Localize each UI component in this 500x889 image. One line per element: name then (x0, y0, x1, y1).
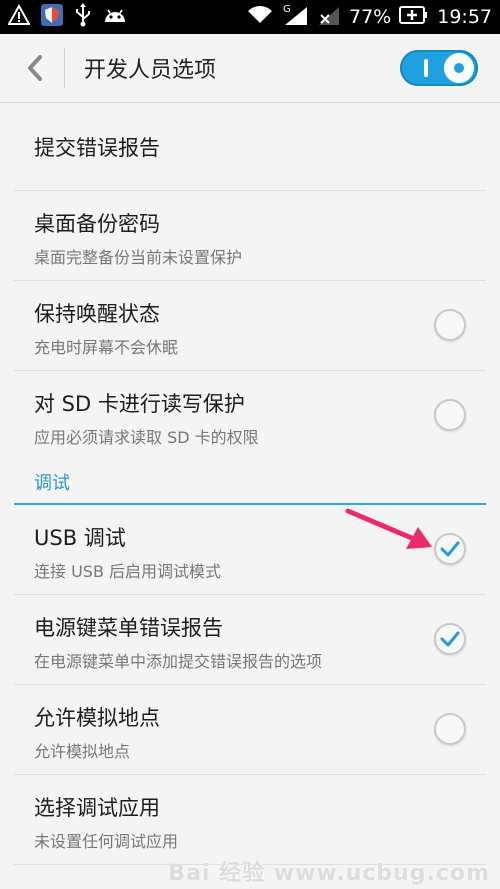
annotation-arrow-icon (345, 508, 432, 549)
power-menu-bug-report-checkbox[interactable] (434, 622, 466, 655)
item-title: 允许模拟地点 (34, 706, 160, 730)
item-title: 提交错误报告 (34, 135, 160, 160)
power-menu-bug-report-item[interactable]: 电源键菜单错误报告 在电源键菜单中添加提交错误报告的选项 (14, 595, 486, 685)
shield-app-icon (40, 3, 64, 31)
android-icon (102, 4, 128, 30)
select-debug-app-item[interactable]: 选择调试应用 未设置任何调试应用 (14, 775, 486, 865)
bug-report-item[interactable]: 提交错误报告 (14, 103, 486, 191)
item-title: 电源键菜单错误报告 (34, 616, 223, 640)
page-title: 开发人员选项 (84, 58, 217, 83)
item-summary: 连接 USB 后启用调试模式 (34, 562, 222, 581)
settings-list: 提交错误报告 桌面备份密码 桌面完整备份当前未设置保护 保持唤醒状态 充电时屏幕… (0, 103, 500, 865)
item-summary: 充电时屏幕不会休眠 (34, 338, 179, 357)
item-summary: 未设置任何调试应用 (34, 832, 179, 851)
warning-icon (7, 3, 31, 30)
toggle-on-mark (424, 59, 428, 77)
protect-sd-item[interactable]: 对 SD 卡进行读写保护 应用必须请求读取 SD 卡的权限 (14, 371, 486, 461)
item-summary: 在电源键菜单中添加提交错误报告的选项 (34, 652, 323, 671)
status-bar: G 77% 19:57 (0, 0, 500, 34)
debug-section-header: 调试 (14, 461, 486, 505)
developer-options-toggle[interactable] (400, 50, 478, 86)
toggle-knob (444, 53, 474, 83)
mock-locations-item[interactable]: 允许模拟地点 允许模拟地点 (14, 685, 486, 775)
usb-debugging-checkbox[interactable] (434, 532, 466, 565)
checkmark-icon (440, 541, 460, 556)
no-signal-icon (317, 3, 341, 31)
svg-text:G: G (283, 4, 291, 15)
stay-awake-item[interactable]: 保持唤醒状态 充电时屏幕不会休眠 (14, 281, 486, 371)
battery-charging-icon (399, 5, 429, 29)
protect-sd-checkbox[interactable] (434, 399, 466, 431)
signal-icon: G (281, 3, 309, 31)
chevron-left-icon (28, 55, 42, 81)
item-title: 桌面备份密码 (34, 212, 160, 236)
action-bar: 开发人员选项 (0, 34, 500, 103)
stay-awake-checkbox[interactable] (434, 308, 466, 341)
checkmark-icon (440, 631, 460, 646)
watermark: Bai 经验 www.ucbug.com (168, 861, 490, 886)
back-button[interactable] (18, 52, 52, 84)
item-summary: 桌面完整备份当前未设置保护 (34, 248, 243, 267)
clock: 19:57 (437, 6, 492, 28)
usb-icon (74, 3, 92, 31)
item-title: 保持唤醒状态 (34, 302, 160, 326)
wifi-icon (247, 5, 273, 29)
item-summary: 应用必须请求读取 SD 卡的权限 (34, 428, 259, 447)
item-summary: 允许模拟地点 (34, 742, 131, 761)
item-title: 选择调试应用 (34, 796, 160, 820)
item-title: 对 SD 卡进行读写保护 (34, 392, 245, 416)
battery-percent: 77% (349, 6, 392, 28)
mock-locations-checkbox[interactable] (434, 712, 466, 745)
divider (64, 48, 65, 88)
desktop-backup-password-item[interactable]: 桌面备份密码 桌面完整备份当前未设置保护 (14, 191, 486, 281)
